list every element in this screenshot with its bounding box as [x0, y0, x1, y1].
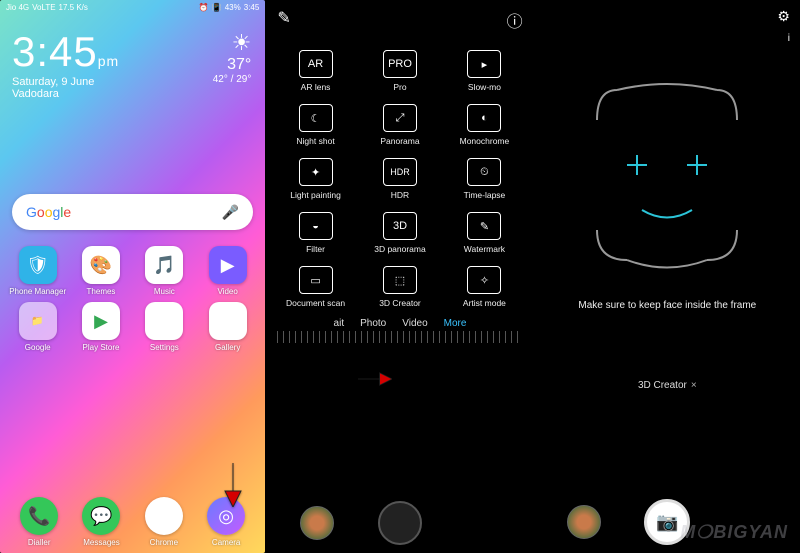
- clock-city: Vadodara: [12, 88, 253, 100]
- tab-video[interactable]: Video: [402, 318, 427, 329]
- shield-icon: 🛡: [19, 246, 57, 284]
- info-icon[interactable]: i: [788, 33, 790, 44]
- watermark-icon: ✎: [467, 212, 501, 240]
- monochrome-icon: ◐: [467, 104, 501, 132]
- sun-icon: ☀: [213, 30, 252, 56]
- folder-icon: 📁: [19, 302, 57, 340]
- shutter-button-disabled: [378, 501, 422, 545]
- creator-panel: ⚙ i Make sure to keep face inside the fr…: [535, 0, 800, 553]
- mode-document-scan[interactable]: ▭Document scan: [273, 266, 357, 308]
- app-google-folder[interactable]: 📁Google: [8, 302, 67, 352]
- settings-icon[interactable]: ⚙: [777, 8, 790, 25]
- moon-icon: ☾: [299, 104, 333, 132]
- mode-night-shot[interactable]: ☾Night shot: [273, 104, 357, 146]
- mode-light-painting[interactable]: ✦Light painting: [273, 158, 357, 200]
- volte-label: VoLTE: [32, 3, 55, 12]
- palette-icon: 🎨: [82, 246, 120, 284]
- network-label: Jio 4G: [6, 3, 29, 12]
- timelapse-icon: ⏲: [467, 158, 501, 186]
- tab-portrait-partial[interactable]: ait: [334, 318, 345, 329]
- app-settings[interactable]: ⚙Settings: [135, 302, 194, 352]
- tick-slider[interactable]: [277, 331, 522, 343]
- watermark: M❍BIGYAN: [680, 522, 788, 543]
- document-icon: ▭: [299, 266, 333, 294]
- filter-icon: ◒: [299, 212, 333, 240]
- dock-chrome[interactable]: ◉Chrome: [133, 497, 195, 547]
- hint-text: Make sure to keep face inside the frame: [535, 300, 800, 311]
- edit-icon[interactable]: ✎: [277, 8, 290, 32]
- weather-widget[interactable]: ☀ 37° 42° / 29°: [213, 30, 252, 85]
- home-app-grid: 🛡Phone Manager 🎨Themes 🎵Music ▶Video 📁Go…: [0, 230, 265, 356]
- gallery-thumbnail[interactable]: [300, 506, 334, 540]
- mode-ar-lens[interactable]: ARAR lens: [273, 50, 357, 92]
- google-logo: Google: [26, 204, 71, 220]
- app-gallery[interactable]: 🖼Gallery: [198, 302, 257, 352]
- light-icon: ✦: [299, 158, 333, 186]
- camera-icon: 📷: [656, 512, 678, 533]
- phone-icon: 📞: [20, 497, 58, 535]
- mode-badge[interactable]: 3D Creator×: [535, 380, 800, 391]
- mode-3d-panorama[interactable]: 3D3D panorama: [358, 212, 442, 254]
- artist-icon: ✧: [467, 266, 501, 294]
- weather-temp: 37°: [213, 56, 252, 74]
- home-screen-panel: Jio 4G VoLTE 17.5 K/s ⏰ 📳 43% 3:45 3:45p…: [0, 0, 265, 553]
- weather-range: 42° / 29°: [213, 74, 252, 85]
- mode-monochrome[interactable]: ◐Monochrome: [442, 104, 526, 146]
- mode-filter[interactable]: ◒Filter: [273, 212, 357, 254]
- dock: 📞Dialler 💬Messages ◉Chrome ◎Camera: [0, 497, 265, 547]
- chrome-icon: ◉: [145, 497, 183, 535]
- panorama-icon: ⤢: [383, 104, 417, 132]
- play-store-icon: ▶: [82, 302, 120, 340]
- tab-photo[interactable]: Photo: [360, 318, 386, 329]
- google-search-bar[interactable]: Google 🎤: [12, 194, 253, 230]
- arrow-annotation-3d-creator: [358, 367, 392, 391]
- mode-grid: ARAR lens PROPro ▸Slow-mo ☾Night shot ⤢P…: [267, 40, 532, 308]
- dock-dialler[interactable]: 📞Dialler: [8, 497, 70, 547]
- status-time: 3:45: [244, 3, 260, 12]
- app-themes[interactable]: 🎨Themes: [71, 246, 130, 296]
- camera-tabs[interactable]: ait Photo Video More: [267, 318, 532, 329]
- music-icon: 🎵: [145, 246, 183, 284]
- gallery-thumbnail[interactable]: [567, 505, 601, 539]
- status-bar: Jio 4G VoLTE 17.5 K/s ⏰ 📳 43% 3:45: [0, 0, 265, 14]
- gear-icon: ⚙: [145, 302, 183, 340]
- mode-artist[interactable]: ✧Artist mode: [442, 266, 526, 308]
- mode-hdr[interactable]: HDRHDR: [358, 158, 442, 200]
- app-music[interactable]: 🎵Music: [135, 246, 194, 296]
- app-video[interactable]: ▶Video: [198, 246, 257, 296]
- clock-time: 3:45: [12, 28, 98, 75]
- camera-icon: ◎: [207, 497, 245, 535]
- tab-more[interactable]: More: [444, 318, 467, 329]
- vibrate-icon: 📳: [212, 3, 222, 12]
- app-phone-manager[interactable]: 🛡Phone Manager: [8, 246, 67, 296]
- info-icon[interactable]: ⓘ: [507, 8, 523, 32]
- messages-icon: 💬: [82, 497, 120, 535]
- cube-icon: ⬚: [383, 266, 417, 294]
- speed-label: 17.5 K/s: [59, 3, 88, 12]
- alarm-icon: ⏰: [199, 3, 209, 12]
- close-icon[interactable]: ×: [691, 380, 697, 391]
- battery-pct: 43%: [225, 3, 241, 12]
- mic-icon[interactable]: 🎤: [222, 204, 239, 221]
- 3d-icon: 3D: [383, 212, 417, 240]
- mode-panorama[interactable]: ⤢Panorama: [358, 104, 442, 146]
- dock-messages[interactable]: 💬Messages: [70, 497, 132, 547]
- ar-icon: AR: [299, 50, 333, 78]
- app-play-store[interactable]: ▶Play Store: [71, 302, 130, 352]
- play-icon: ▶: [209, 246, 247, 284]
- mode-3d-creator[interactable]: ⬚3D Creator: [358, 266, 442, 308]
- mode-watermark[interactable]: ✎Watermark: [442, 212, 526, 254]
- camera-modes-panel: ✎ ⓘ ARAR lens PROPro ▸Slow-mo ☾Night sho…: [267, 0, 532, 553]
- clock-ampm: pm: [98, 53, 119, 69]
- mode-slowmo[interactable]: ▸Slow-mo: [442, 50, 526, 92]
- slowmo-icon: ▸: [467, 50, 501, 78]
- dock-camera[interactable]: ◎Camera: [195, 497, 257, 547]
- mode-pro[interactable]: PROPro: [358, 50, 442, 92]
- pro-icon: PRO: [383, 50, 417, 78]
- mode-timelapse[interactable]: ⏲Time-lapse: [442, 158, 526, 200]
- hdr-icon: HDR: [383, 158, 417, 186]
- face-frame: [587, 80, 747, 270]
- gallery-icon: 🖼: [209, 302, 247, 340]
